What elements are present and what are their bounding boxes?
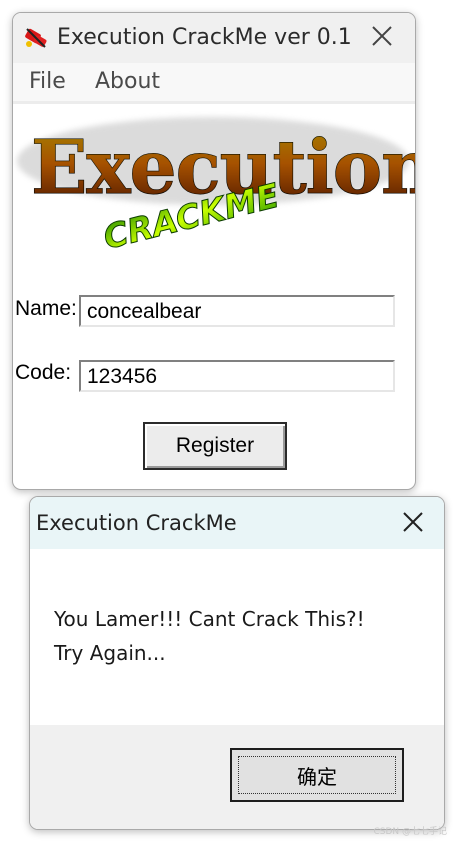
register-button[interactable]: Register [143, 422, 287, 470]
main-titlebar[interactable]: Execution CrackMe ver 0.1 [13, 13, 415, 63]
menu-bar: File About [13, 63, 415, 104]
app-crackme-icon [25, 28, 47, 48]
focus-ring [238, 756, 396, 794]
watermark: CSDN @七七手记 [373, 827, 447, 837]
name-input[interactable]: concealbear [79, 295, 395, 327]
dialog-titlebar[interactable]: Execution CrackMe [30, 497, 444, 549]
ok-button[interactable]: 确定 [230, 748, 404, 802]
close-icon[interactable] [369, 23, 395, 49]
name-label: Name: [15, 297, 77, 320]
execution-logo: Execution Execution CRACKME [17, 117, 415, 257]
message-dialog: Execution CrackMe You Lamer!!! Cant Crac… [29, 496, 445, 830]
code-label: Code: [15, 361, 72, 384]
menu-file[interactable]: File [29, 69, 66, 94]
dialog-message-line2: Try Again... [54, 641, 166, 665]
code-input[interactable]: 123456 [79, 360, 395, 392]
main-window-title: Execution CrackMe ver 0.1 [57, 25, 352, 50]
main-window: Execution CrackMe ver 0.1 File About Exe… [12, 12, 416, 490]
close-icon[interactable] [400, 509, 426, 535]
menu-about[interactable]: About [95, 69, 160, 94]
dialog-message-line1: You Lamer!!! Cant Crack This?! [54, 607, 365, 631]
dialog-title: Execution CrackMe [36, 511, 237, 535]
